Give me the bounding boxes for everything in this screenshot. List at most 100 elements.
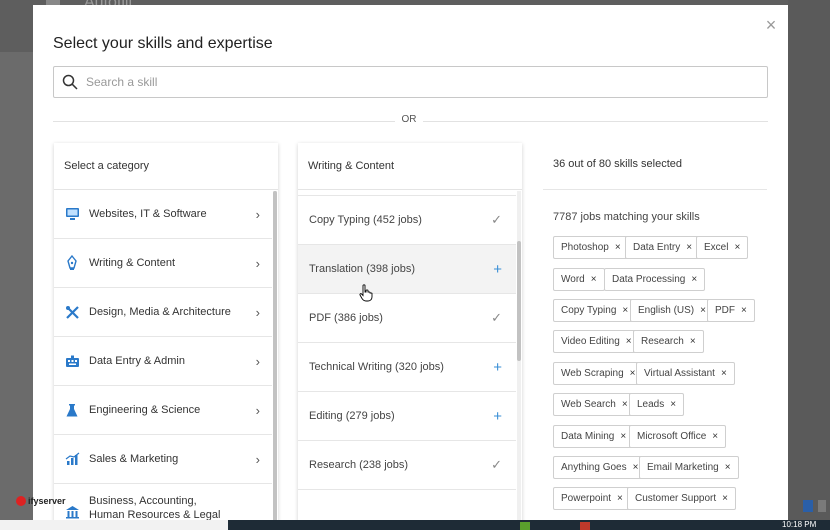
category-item-sales[interactable]: Sales & Marketing › [54,435,272,484]
chip-label: English (US) [638,305,695,316]
skill-chip[interactable]: Leads × [629,393,685,416]
skill-chip[interactable]: Video Editing × [553,330,640,353]
category-label: Engineering & Science [89,404,201,416]
remove-icon[interactable]: × [722,493,728,504]
category-item-writing[interactable]: Writing & Content › [54,239,272,288]
remove-icon[interactable]: × [741,305,747,316]
category-label: Data Entry & Admin [89,355,185,367]
taskbar-app-icon[interactable] [580,522,590,530]
category-label: Websites, IT & Software [89,208,207,220]
remove-icon[interactable]: × [615,242,621,253]
category-item-design[interactable]: Design, Media & Architecture › [54,288,272,337]
remove-icon[interactable]: × [690,336,696,347]
bank-icon [64,504,80,520]
save-icon[interactable] [803,500,813,512]
category-item-data-entry[interactable]: Data Entry & Admin › [54,337,272,386]
skill-chip[interactable]: Photoshop × [553,236,629,259]
chip-label: Web Scraping [561,368,624,379]
skill-chip[interactable]: Virtual Assistant × [636,362,735,385]
flask-icon [64,402,80,418]
skill-chip[interactable]: Microsoft Office × [629,425,727,448]
or-label: OR [395,114,423,125]
skill-item-editing[interactable]: Editing (279 jobs) + [298,392,516,441]
category-label: Business, Accounting, Human Resources & … [89,495,221,521]
search-box[interactable] [53,66,768,98]
remove-icon[interactable]: × [686,242,692,253]
remove-icon[interactable]: × [712,431,718,442]
skill-chip[interactable]: Data Entry × [625,236,701,259]
skill-chip[interactable]: PDF × [707,299,755,322]
checkmark-icon[interactable]: ✓ [491,212,502,228]
remove-icon[interactable]: × [591,274,597,285]
subcategory-scrollbar[interactable] [517,191,521,525]
skill-chip[interactable]: Excel × [696,236,749,259]
pen-icon [64,255,80,271]
skill-label: Translation (398 jobs) [309,263,415,275]
taskbar-search[interactable] [0,520,228,530]
skill-chip[interactable]: Copy Typing × [553,299,637,322]
plus-icon[interactable]: + [493,408,502,425]
remove-icon[interactable]: × [617,493,623,504]
skill-item-copy-typing[interactable]: Copy Typing (452 jobs) ✓ [298,196,516,245]
checkmark-icon[interactable]: ✓ [491,457,502,473]
plus-icon[interactable]: + [493,359,502,376]
hand-cursor-icon [359,284,373,302]
skill-label: Technical Writing (320 jobs) [309,361,444,373]
category-item-websites[interactable]: Websites, IT & Software › [54,190,272,239]
remove-icon[interactable]: × [721,368,727,379]
category-item-business[interactable]: Business, Accounting, Human Resources & … [54,484,272,525]
skill-chip[interactable]: Web Search × [553,393,636,416]
skill-chip[interactable]: Data Processing × [604,268,706,291]
watermark-text: ifyserver [28,496,66,506]
modal-title: Select your skills and expertise [53,35,273,52]
remove-icon[interactable]: × [734,242,740,253]
plus-icon[interactable]: + [493,261,502,278]
skill-chip[interactable]: Email Marketing × [639,456,739,479]
remove-icon[interactable]: × [626,336,632,347]
remove-icon[interactable]: × [700,305,706,316]
remove-icon[interactable]: × [622,305,628,316]
category-panel: Select a category Websites, IT & Softwar… [54,143,278,525]
remove-icon[interactable]: × [620,431,626,442]
remove-icon[interactable]: × [630,368,636,379]
skill-chip[interactable]: Anything Goes × [553,456,647,479]
skill-label: PDF (386 jobs) [309,312,383,324]
chevron-right-icon: › [255,452,260,467]
category-scrollbar[interactable] [273,191,277,525]
skills-modal: × Select your skills and expertise OR Se… [33,5,788,525]
remove-icon[interactable]: × [691,274,697,285]
scrollbar-thumb[interactable] [273,191,277,525]
skill-chip[interactable]: Word × [553,268,605,291]
keyboard-icon [64,353,80,369]
skills-count: 36 out of 80 skills selected [553,158,683,170]
watermark: ifyserver [16,496,66,506]
skill-label: Editing (279 jobs) [309,410,395,422]
skill-chip[interactable]: Powerpoint × [553,487,631,510]
skill-chip[interactable]: Web Scraping × [553,362,644,385]
skill-item-research[interactable]: Research (238 jobs) ✓ [298,441,516,490]
skill-chip[interactable]: Research × [633,330,704,353]
remove-icon[interactable]: × [725,462,731,473]
remove-icon[interactable]: × [622,399,628,410]
close-icon[interactable]: × [761,15,781,35]
chip-label: Email Marketing [647,462,719,473]
lock-icon [818,500,826,512]
chip-label: Powerpoint [561,493,612,504]
chip-label: Leads [637,399,665,410]
skill-chip[interactable]: Data Mining × [553,425,635,448]
remove-icon[interactable]: × [670,399,676,410]
remove-icon[interactable]: × [633,462,639,473]
scrollbar-thumb[interactable] [517,241,521,361]
chevron-right-icon: › [255,256,260,271]
search-input[interactable] [86,75,736,89]
skill-item-translation[interactable]: Translation (398 jobs) + [298,245,516,294]
subcategory-panel: Writing & Content Copy Typing (452 jobs)… [298,143,522,525]
checkmark-icon[interactable]: ✓ [491,310,502,326]
chip-label: Web Search [561,399,616,410]
skill-chip[interactable]: English (US) × [630,299,714,322]
skill-item-technical-writing[interactable]: Technical Writing (320 jobs) + [298,343,516,392]
taskbar-app-icon[interactable] [520,522,530,530]
category-item-engineering[interactable]: Engineering & Science › [54,386,272,435]
skill-item-pdf[interactable]: PDF (386 jobs) ✓ [298,294,516,343]
skill-chip[interactable]: Customer Support × [627,487,736,510]
